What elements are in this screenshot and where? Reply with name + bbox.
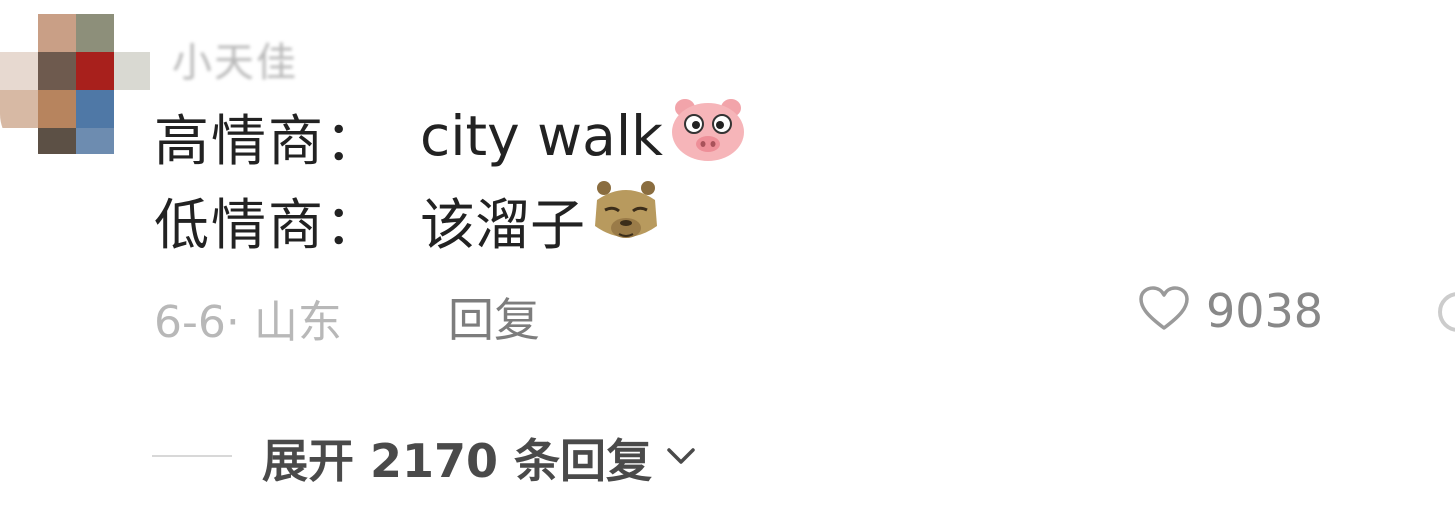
capybara-face-icon [591, 178, 661, 261]
reply-button[interactable]: 回复 [448, 284, 540, 350]
expand-replies-button[interactable]: 展开 2170 条回复 [262, 425, 696, 491]
comment-label: 高情商： [154, 108, 383, 173]
comment-content: city walk [420, 103, 663, 168]
heart-icon [1138, 286, 1190, 336]
dislike-icon[interactable] [1438, 292, 1455, 332]
comment-label: 低情商： [154, 192, 383, 257]
comment-line-low-eq: 低情商： 该溜子 [154, 178, 661, 261]
pig-face-icon [669, 94, 747, 177]
like-count: 9038 [1206, 284, 1324, 338]
avatar[interactable] [0, 14, 150, 154]
chevron-down-icon [666, 446, 696, 470]
like-button[interactable]: 9038 [1138, 284, 1323, 338]
expand-replies-label: 展开 2170 条回复 [262, 434, 653, 488]
comment-meta: 6-6· 山东 [154, 297, 342, 348]
username[interactable]: 小天佳 [172, 30, 298, 88]
comment-content: 该溜子 [420, 192, 586, 257]
comment-line-high-eq: 高情商： city walk [154, 94, 747, 177]
divider [152, 455, 232, 457]
